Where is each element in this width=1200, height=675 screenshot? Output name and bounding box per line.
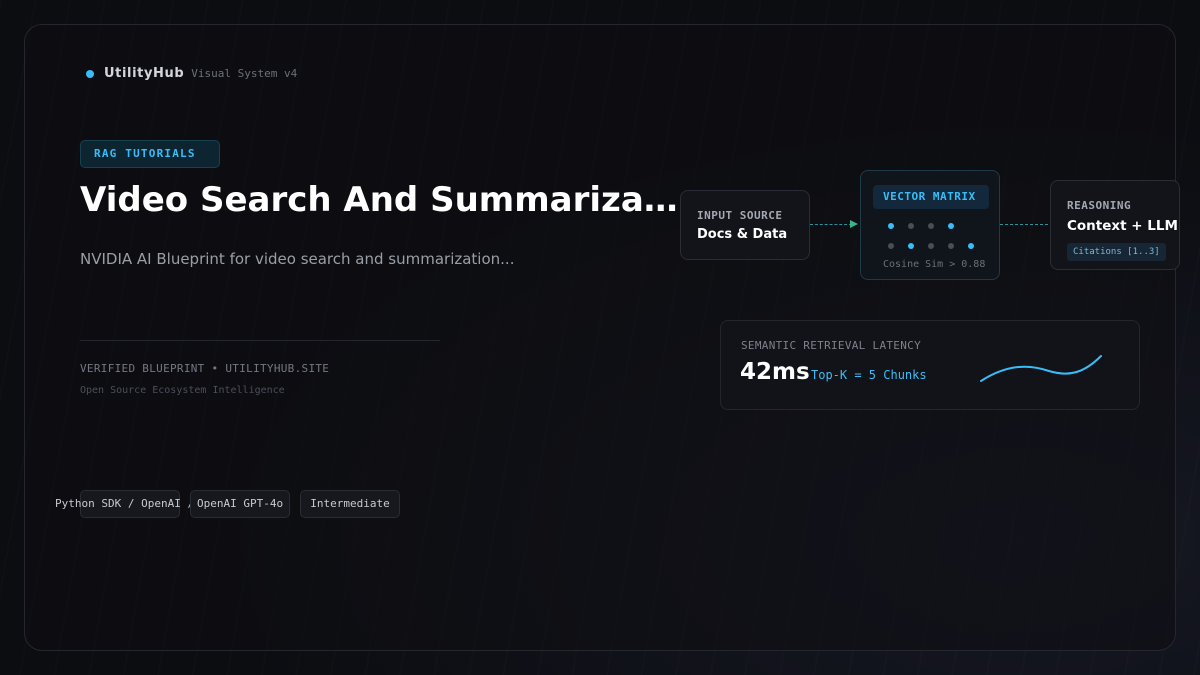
input-value: Docs & Data xyxy=(697,227,788,242)
tag-model: OpenAI GPT-4o xyxy=(190,490,290,518)
vector-dot xyxy=(888,243,894,249)
tag-level-label: Intermediate xyxy=(310,497,390,510)
input-label: INPUT SOURCE xyxy=(697,209,783,222)
pipeline-node-input: INPUT SOURCE Docs & Data xyxy=(680,190,810,260)
connector-vector-reasoning xyxy=(1000,224,1048,225)
vector-dot xyxy=(888,223,894,229)
reasoning-value: Context + LLM xyxy=(1067,218,1178,234)
page: UtilityHub Visual System v4 RAG TUTORIAL… xyxy=(0,0,1200,675)
vector-dot xyxy=(948,243,954,249)
vector-label: VECTOR MATRIX xyxy=(873,185,989,209)
sparkline-icon xyxy=(980,355,1102,382)
page-title: Video Search And Summarizat... xyxy=(80,180,680,220)
vector-similarity: Cosine Sim > 0.88 xyxy=(883,259,986,270)
tag-level: Intermediate xyxy=(300,490,400,518)
ecosystem-line: Open Source Ecosystem Intelligence xyxy=(80,385,285,396)
page-subtitle: NVIDIA AI Blueprint for video search and… xyxy=(80,250,515,268)
brand: UtilityHub Visual System v4 xyxy=(86,66,297,81)
latency-label: SEMANTIC RETRIEVAL LATENCY xyxy=(741,339,921,352)
tag-model-label: OpenAI GPT-4o xyxy=(197,497,284,510)
connector-input-vector xyxy=(810,224,852,225)
vector-dot xyxy=(928,243,934,249)
citations-badge: Citations [1..3] xyxy=(1067,243,1166,261)
pipeline-node-vector: VECTOR MATRIX Cosine Sim > 0.88 xyxy=(860,170,1000,280)
latency-topk: Top-K = 5 Chunks xyxy=(811,368,927,382)
latency-card: SEMANTIC RETRIEVAL LATENCY 42ms Top-K = … xyxy=(720,320,1140,410)
vector-dot xyxy=(908,223,914,229)
tag-sdk: Python SDK / OpenAI / xyxy=(55,490,194,518)
verified-line: VERIFIED BLUEPRINT • UTILITYHUB.SITE xyxy=(80,362,330,375)
vector-dot xyxy=(928,223,934,229)
arrow-right-icon xyxy=(850,220,858,228)
reasoning-label: REASONING xyxy=(1067,199,1132,212)
pipeline-node-reasoning: REASONING Context + LLM Citations [1..3] xyxy=(1050,180,1180,270)
vector-dot xyxy=(968,243,974,249)
topic-badge: RAG TUTORIALS xyxy=(80,140,220,168)
brand-subtitle: Visual System v4 xyxy=(191,67,298,80)
brand-dot-icon xyxy=(86,69,94,78)
brand-name: UtilityHub xyxy=(104,66,185,81)
divider xyxy=(80,340,440,341)
vector-dot xyxy=(908,243,914,249)
latency-value: 42ms xyxy=(740,359,810,385)
vector-dot xyxy=(948,223,954,229)
tag-sdk-label: Python SDK / OpenAI / xyxy=(55,497,195,510)
